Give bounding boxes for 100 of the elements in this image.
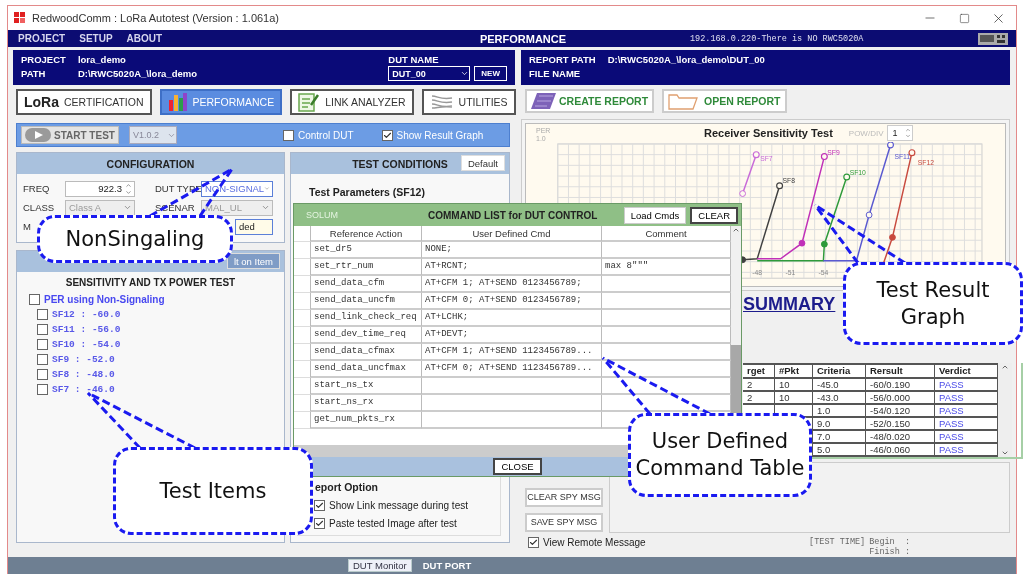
- dialog-title: COMMAND LIST for DUT CONTROL: [428, 209, 598, 221]
- bottom-tab[interactable]: DUT Monitor: [348, 559, 412, 572]
- row-header-cell[interactable]: [294, 327, 311, 344]
- checkbox[interactable]: [37, 324, 48, 335]
- dialog-button[interactable]: Load Cmds: [623, 206, 687, 224]
- path-label: PATH: [21, 68, 47, 79]
- table-cell[interactable]: set_dr5: [311, 242, 422, 259]
- checkbox[interactable]: [37, 384, 48, 395]
- checkbox[interactable]: [528, 537, 539, 548]
- connection-status: 192.168.0.220-There is NO RWC5020A: [690, 33, 864, 44]
- group-title: Test Parameters (SF12): [309, 186, 426, 198]
- menu-item[interactable]: ABOUT: [126, 33, 163, 44]
- checkbox-label: Show Result Graph: [396, 129, 484, 141]
- table-cell[interactable]: set_rtr_num: [311, 259, 422, 276]
- row-header-cell[interactable]: [294, 378, 311, 395]
- default-button[interactable]: Default: [460, 155, 505, 171]
- caret-icon: [460, 69, 470, 78]
- column-header: Verdict: [935, 364, 998, 379]
- table-cell[interactable]: AT+CFM 1; AT+SEND 1123456789...: [422, 344, 602, 361]
- dut-name-dropdown[interactable]: DUT_00: [388, 66, 471, 81]
- row-header-cell[interactable]: [294, 412, 311, 429]
- app-logo-icon: [14, 12, 26, 24]
- report-button[interactable]: OPEN REPORT: [662, 88, 787, 113]
- cable-icon: [429, 93, 454, 111]
- test-item-label: SF9 : -52.0: [52, 354, 115, 365]
- table-cell[interactable]: AT+CFM 0; AT+SEND 0123456789;: [422, 293, 602, 310]
- brand-label: SOLUM: [306, 210, 339, 220]
- test-group-label: PER using Non-Signaling: [44, 294, 165, 305]
- input-field[interactable]: ded: [235, 218, 273, 235]
- table-cell[interactable]: AT+LCHK;: [422, 310, 602, 327]
- new-button[interactable]: NEW: [474, 66, 507, 81]
- panel-title: CONFIGURATION: [106, 157, 195, 170]
- row-header-cell[interactable]: [294, 344, 311, 361]
- number-spinner[interactable]: 922.3: [65, 180, 135, 197]
- summary-title: SUMMARY: [743, 293, 836, 315]
- row-header-cell[interactable]: [294, 259, 311, 276]
- bar-chart-icon: [167, 92, 188, 112]
- table-cell[interactable]: start_ns_tx: [311, 378, 422, 395]
- empty-cell[interactable]: [422, 378, 602, 395]
- row-header-cell[interactable]: [294, 395, 311, 412]
- table-cell[interactable]: send_data_uncfmax: [311, 361, 422, 378]
- test-item-label: SF12 : -60.0: [52, 309, 121, 320]
- table-cell[interactable]: get_num_pkts_rx: [311, 412, 422, 429]
- row-header-cell[interactable]: [294, 242, 311, 259]
- mode-tab[interactable]: LoRa CERTIFICATION: [16, 89, 152, 115]
- checkbox-label: Control DUT: [298, 129, 354, 141]
- checklist-pencil-icon: [298, 92, 321, 112]
- empty-cell[interactable]: [422, 395, 602, 412]
- table-cell[interactable]: send_data_cfm: [311, 276, 422, 293]
- field-label: CLASS: [23, 202, 56, 213]
- table-cell[interactable]: send_data_uncfm: [311, 293, 422, 310]
- caret-icon: [123, 203, 132, 212]
- row-header-cell[interactable]: [294, 361, 311, 378]
- table-cell[interactable]: start_ns_rx: [311, 395, 422, 412]
- test-item-label: SF7 : -46.0: [52, 384, 115, 395]
- callout-text: NonSingaling: [65, 225, 205, 253]
- dialog-button[interactable]: CLEAR: [690, 206, 738, 224]
- table-cell[interactable]: send_dev_time_req: [311, 327, 422, 344]
- callout-text: Test Result Graph: [875, 276, 991, 331]
- test-item-label: SF8 : -48.0: [52, 369, 115, 380]
- table-cell[interactable]: NONE;: [422, 242, 602, 259]
- spy-message-button[interactable]: SAVE SPY MSG: [525, 512, 603, 532]
- checkbox[interactable]: [37, 339, 48, 350]
- table-cell[interactable]: send_link_check_req: [311, 310, 422, 327]
- table-cell[interactable]: AT+RCNT;: [422, 259, 602, 276]
- checkbox[interactable]: [283, 129, 294, 141]
- close-dialog-button[interactable]: CLOSE: [493, 458, 542, 475]
- table-cell[interactable]: AT+CFM 0; AT+SEND 1123456789...: [422, 361, 602, 378]
- mode-tab[interactable]: UTILITIES: [421, 89, 516, 115]
- checkbox[interactable]: [314, 518, 325, 529]
- table-cell[interactable]: AT+DEVT;: [422, 327, 602, 344]
- checkbox[interactable]: [37, 369, 48, 380]
- report-path-label: REPORT PATH: [529, 54, 596, 65]
- play-icon: [25, 128, 51, 142]
- row-header-cell[interactable]: [294, 310, 311, 327]
- chart-title: Receiver Sensitivity Test: [704, 126, 833, 139]
- start-test-button[interactable]: START TEST: [21, 126, 119, 144]
- checkbox[interactable]: [314, 500, 325, 511]
- column-header: Criteria: [813, 364, 866, 379]
- empty-cell[interactable]: [422, 412, 602, 429]
- dropdown[interactable]: NON-SIGNAL: [201, 180, 273, 197]
- test-time-label: [TEST TIME]: [809, 537, 866, 547]
- spy-message-button[interactable]: CLEAR SPY MSG: [525, 487, 603, 507]
- report-button[interactable]: CREATE REPORT: [525, 88, 655, 113]
- table-cell[interactable]: AT+CFM 1; AT+SEND 0123456789;: [422, 276, 602, 293]
- row-header-cell[interactable]: [294, 293, 311, 310]
- checkbox[interactable]: [37, 309, 48, 320]
- menu-item[interactable]: PROJECT: [18, 33, 66, 44]
- column-header: User Defined Cmd: [422, 226, 602, 242]
- row-header-cell[interactable]: [294, 276, 311, 293]
- bottom-tab[interactable]: DUT PORT: [417, 559, 477, 572]
- checkbox-label: View Remote Message: [543, 537, 646, 548]
- mode-tab[interactable]: LINK ANALYZER: [290, 89, 414, 115]
- checkbox[interactable]: [381, 129, 393, 141]
- checkbox[interactable]: [29, 294, 40, 305]
- table-cell[interactable]: send_data_cfmax: [311, 344, 422, 361]
- finish-label: Finish :: [869, 547, 910, 557]
- checkbox[interactable]: [37, 354, 48, 365]
- menu-item[interactable]: SETUP: [79, 33, 113, 44]
- field-label: M: [23, 221, 32, 232]
